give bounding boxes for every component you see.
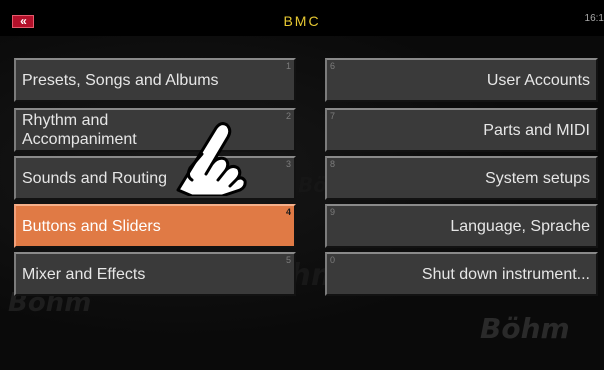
menu-button-label: User Accounts <box>486 71 590 89</box>
top-bar: « BMC 16:1 <box>0 0 604 36</box>
menu-button-label: Parts and MIDI <box>483 121 590 139</box>
menu-button-presets-songs-albums[interactable]: Presets, Songs and Albums 1 <box>14 58 296 102</box>
pointing-hand-icon <box>176 122 247 196</box>
menu-button-label: Presets, Songs and Albums <box>22 71 219 89</box>
menu-button-parts-midi[interactable]: 7 Parts and MIDI <box>325 108 598 152</box>
menu-button-sounds-routing[interactable]: Sounds and Routing 3 <box>14 156 296 200</box>
menu-button-number: 9 <box>330 207 336 217</box>
menu-button-mixer-effects[interactable]: Mixer and Effects 5 <box>14 252 296 296</box>
menu-button-number: 0 <box>330 255 336 265</box>
menu-button-number: 1 <box>285 61 291 71</box>
menu-button-rhythm-accompaniment[interactable]: Rhythm and Accompaniment 2 <box>14 108 296 152</box>
menu-button-buttons-sliders[interactable]: Buttons and Sliders 4 <box>14 204 296 248</box>
menu-button-label: Rhythm and Accompaniment <box>22 112 137 148</box>
menu-button-number: 2 <box>285 111 291 121</box>
menu-button-label: Mixer and Effects <box>22 265 146 283</box>
menu-button-label: Shut down instrument... <box>421 265 590 283</box>
menu-button-number: 3 <box>285 159 291 169</box>
menu-button-label: Language, Sprache <box>450 217 590 235</box>
menu-button-label: Sounds and Routing <box>22 169 167 187</box>
bohm-watermark: Böhm <box>480 312 570 345</box>
menu-button-system-setups[interactable]: 8 System setups <box>325 156 598 200</box>
menu-button-shut-down[interactable]: 0 Shut down instrument... <box>325 252 598 296</box>
menu-button-label: Buttons and Sliders <box>22 217 161 235</box>
menu-button-number: 5 <box>285 255 291 265</box>
menu-button-language[interactable]: 9 Language, Sprache <box>325 204 598 248</box>
menu-screen: Böhm Böhm Böhm Böhm Presets, Songs and A… <box>0 36 604 370</box>
menu-button-label: System setups <box>485 169 590 187</box>
clock: 16:1 <box>584 13 604 24</box>
app-title: BMC <box>283 13 321 29</box>
menu-button-number: 8 <box>330 159 336 169</box>
menu-button-number: 6 <box>330 61 336 71</box>
menu-button-number: 4 <box>285 207 291 217</box>
menu-button-user-accounts[interactable]: 6 User Accounts <box>325 58 598 102</box>
menu-button-number: 7 <box>330 111 336 121</box>
